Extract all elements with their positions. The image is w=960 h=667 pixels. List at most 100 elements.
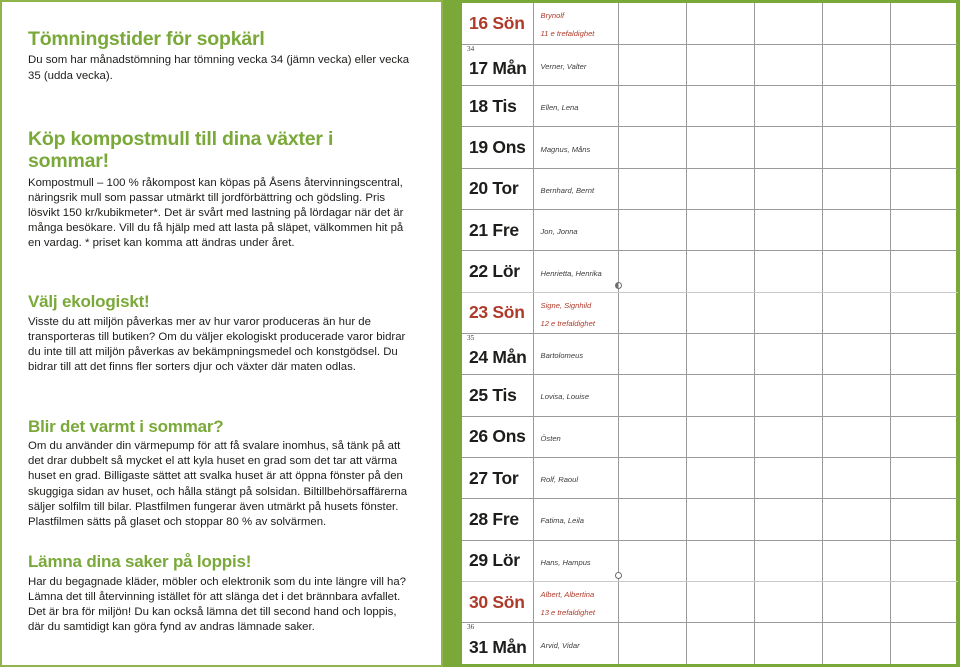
- calendar-note-cell[interactable]: [890, 209, 958, 252]
- calendar-note-cell[interactable]: [686, 292, 755, 335]
- calendar-note-cell[interactable]: [890, 292, 958, 335]
- calendar-table: 16 Sön Brynolf 11 e trefaldighet 34 17 Mån V…: [462, 3, 958, 664]
- calendar-note-cell[interactable]: [890, 250, 958, 293]
- calendar-note-cell[interactable]: [754, 416, 823, 458]
- calendar-note-cell[interactable]: [890, 168, 958, 211]
- calendar-note-cell[interactable]: [822, 333, 891, 376]
- calendar-note-cell[interactable]: [754, 44, 823, 87]
- calendar-note-cell[interactable]: [754, 622, 823, 664]
- calendar-note-cell[interactable]: [822, 374, 891, 417]
- calendar-note-cell[interactable]: [686, 209, 755, 252]
- calendar-note-cell[interactable]: [618, 168, 687, 211]
- calendar-note-cell[interactable]: [890, 374, 958, 417]
- calendar-note-cell[interactable]: [754, 457, 823, 500]
- calendar-note-cell[interactable]: [754, 209, 823, 252]
- calendar-note-cell[interactable]: [890, 126, 958, 169]
- calendar-note-cell[interactable]: [686, 3, 755, 45]
- calendar-note-cell[interactable]: [686, 126, 755, 169]
- calendar-note-cell[interactable]: [890, 416, 958, 458]
- calendar-note-cell[interactable]: [890, 498, 958, 541]
- nameday-text: Bartolomeus: [540, 351, 584, 361]
- calendar-note-cell[interactable]: [618, 581, 687, 624]
- calendar-note-cell[interactable]: [618, 209, 687, 252]
- calendar-note-cell[interactable]: [822, 209, 891, 252]
- calendar-row: 27 Tor Rolf, Raoul: [462, 457, 958, 500]
- calendar-note-cell[interactable]: [686, 416, 755, 458]
- calendar-note-cell[interactable]: [618, 374, 687, 417]
- calendar-note-cell[interactable]: [686, 374, 755, 417]
- calendar-note-cell[interactable]: [890, 333, 958, 376]
- calendar-note-cell[interactable]: [686, 457, 755, 500]
- calendar-note-cell[interactable]: [618, 333, 687, 376]
- calendar-note-cell[interactable]: [754, 85, 823, 128]
- calendar-note-cell[interactable]: [754, 581, 823, 624]
- calendar-note-cell[interactable]: [822, 126, 891, 169]
- calendar-note-cell[interactable]: [822, 498, 891, 541]
- calendar-note-cell[interactable]: [890, 3, 958, 45]
- calendar-row: 28 Fre Fatima, Leila: [462, 498, 958, 541]
- calendar-date-cell: 18 Tis: [462, 85, 534, 128]
- calendar-note-cell[interactable]: [754, 168, 823, 211]
- calendar-nameday-cell: Bernhard, Bernt: [533, 168, 619, 211]
- calendar-note-cell[interactable]: [754, 540, 823, 582]
- calendar-note-cell[interactable]: [890, 44, 958, 87]
- calendar-note-cell[interactable]: [686, 44, 755, 87]
- calendar-note-cell[interactable]: [618, 498, 687, 541]
- calendar-note-cell[interactable]: [618, 250, 687, 293]
- calendar-day-label: 18 Tis: [469, 95, 517, 116]
- calendar-day-label: 31 Mån: [469, 636, 527, 657]
- calendar-note-cell[interactable]: [754, 3, 823, 45]
- calendar-note-cell[interactable]: [686, 540, 755, 582]
- calendar-note-cell[interactable]: [890, 581, 958, 624]
- calendar-note-cell[interactable]: [618, 622, 687, 664]
- article-choose-organic: Välj ekologiskt! Visste du att miljön på…: [28, 292, 415, 375]
- calendar-note-cell[interactable]: [686, 168, 755, 211]
- calendar-note-cell[interactable]: [686, 85, 755, 128]
- article-body: Har du begagnade kläder, möbler och elek…: [28, 575, 407, 634]
- calendar-note-cell[interactable]: [754, 292, 823, 335]
- calendar-note-cell[interactable]: [822, 540, 891, 582]
- calendar-note-cell[interactable]: [822, 457, 891, 500]
- calendar-note-cell[interactable]: [754, 126, 823, 169]
- calendar-note-cell[interactable]: [822, 622, 891, 664]
- calendar-note-cell[interactable]: [754, 333, 823, 376]
- calendar-note-cell[interactable]: [822, 168, 891, 211]
- nameday-text: Verner, Valter: [540, 61, 587, 71]
- calendar-note-cell[interactable]: [618, 85, 687, 128]
- calendar-nameday-cell: Verner, Valter: [533, 44, 619, 87]
- article-heading: Lämna dina saker på loppis!: [28, 552, 252, 572]
- calendar-note-cell[interactable]: [618, 126, 687, 169]
- calendar-note-cell[interactable]: [754, 250, 823, 293]
- calendar-note-cell[interactable]: [686, 581, 755, 624]
- calendar-note-cell[interactable]: [618, 44, 687, 87]
- calendar-note-cell[interactable]: [754, 374, 823, 417]
- calendar-note-cell[interactable]: [618, 457, 687, 500]
- calendar-row: 36 31 Mån Arvid, Vidar: [462, 622, 958, 664]
- calendar-note-cell[interactable]: [890, 457, 958, 500]
- calendar-note-cell[interactable]: [618, 540, 687, 582]
- article-hot-summer: Blir det varmt i sommar? Om du använder …: [28, 417, 415, 530]
- calendar-date-cell: 20 Tor: [462, 168, 534, 211]
- calendar-note-cell[interactable]: [822, 85, 891, 128]
- calendar-note-cell[interactable]: [822, 3, 891, 45]
- calendar-note-cell[interactable]: [618, 292, 687, 335]
- calendar-note-cell[interactable]: [890, 85, 958, 128]
- calendar-note-cell[interactable]: [822, 416, 891, 458]
- calendar-note-cell[interactable]: [754, 498, 823, 541]
- calendar-note-cell[interactable]: [686, 250, 755, 293]
- calendar-note-cell[interactable]: [686, 498, 755, 541]
- calendar-row: 16 Sön Brynolf 11 e trefaldighet: [462, 3, 958, 45]
- calendar-note-cell[interactable]: [686, 333, 755, 376]
- calendar-note-cell[interactable]: [822, 581, 891, 624]
- calendar-note-cell[interactable]: [618, 3, 687, 45]
- calendar-note-cell[interactable]: [890, 540, 958, 582]
- calendar-note-cell[interactable]: [890, 623, 958, 664]
- calendar-note-cell[interactable]: [822, 44, 891, 87]
- calendar-note-cell[interactable]: [618, 416, 687, 458]
- nameday-text: Magnus, Måns: [540, 144, 591, 154]
- calendar-note-cell[interactable]: [822, 250, 891, 293]
- calendar-day-label: 20 Tor: [469, 178, 519, 199]
- calendar-note-cell[interactable]: [822, 292, 891, 335]
- calendar-note-cell[interactable]: [686, 622, 755, 664]
